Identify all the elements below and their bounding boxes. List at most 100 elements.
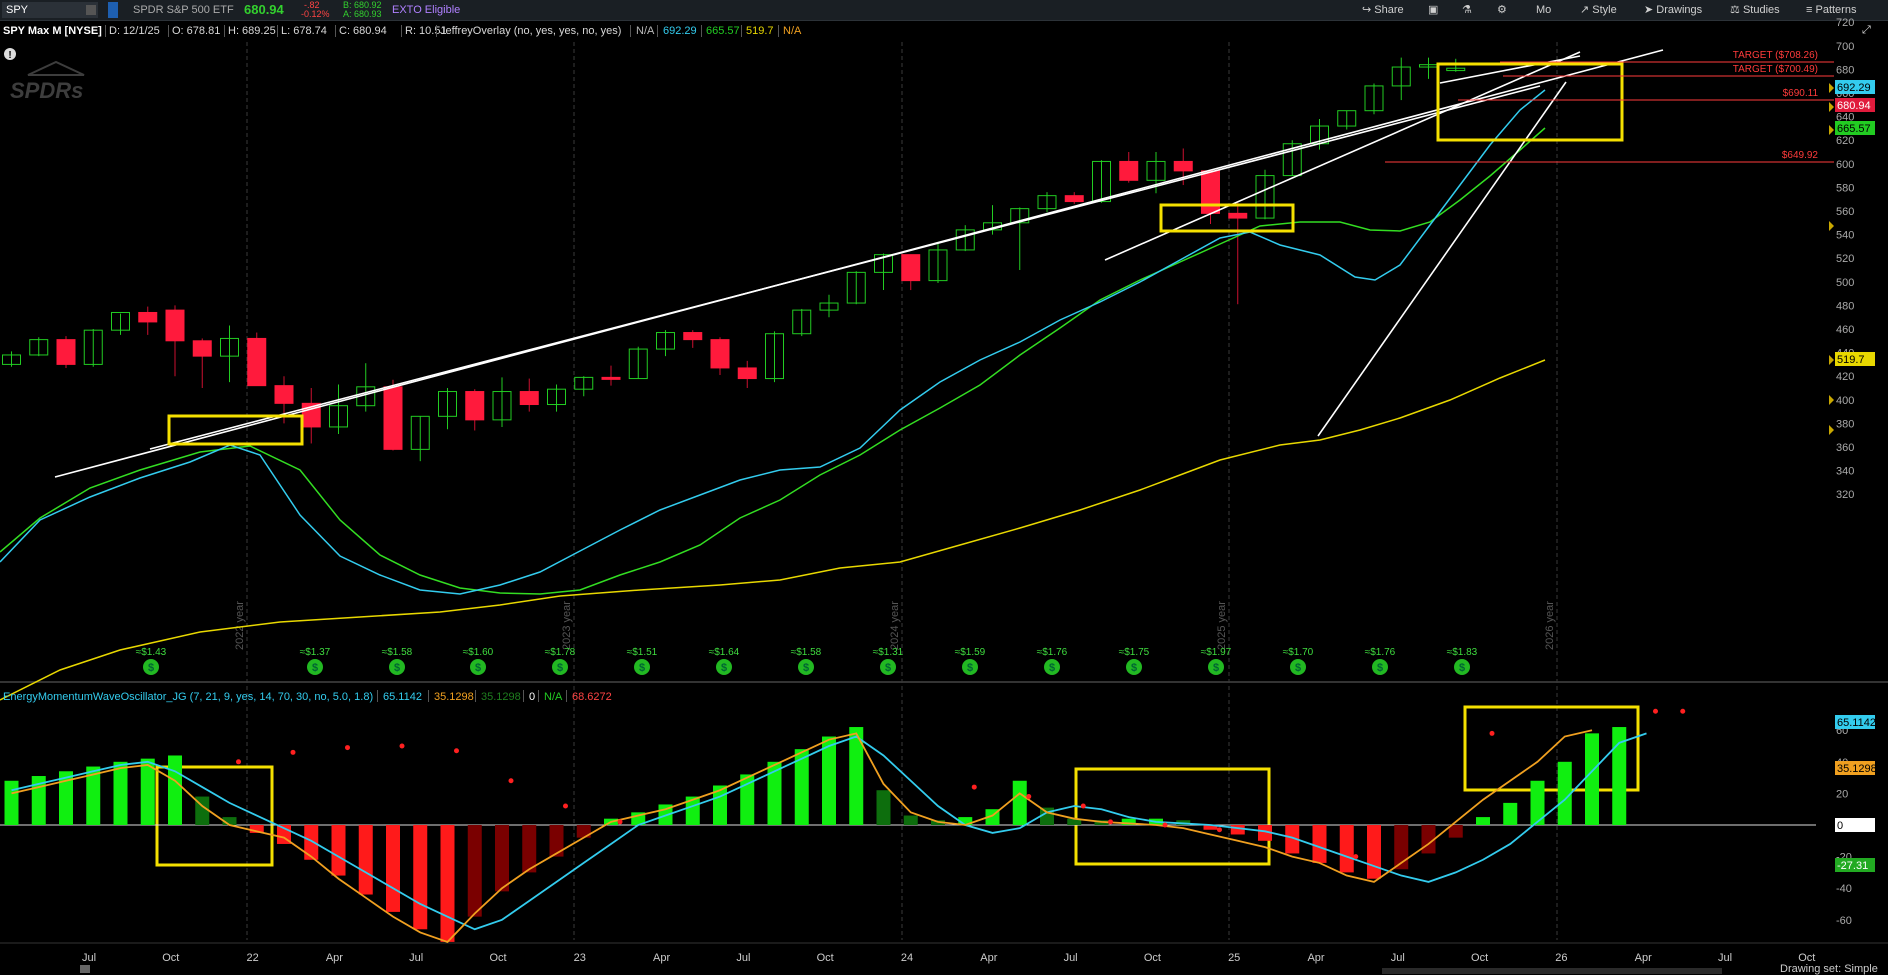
histogram-bar [4,780,19,825]
candle [901,254,921,282]
svg-text:SPDRs: SPDRs [10,78,83,103]
osc-tick-label: -40 [1836,883,1852,895]
dividend-icon-glyph: $ [639,662,645,674]
signal-dot [236,759,241,765]
dividend-icon-glyph: $ [1213,662,1219,674]
time-tick-label: Apr [326,952,343,964]
dividend-icon-glyph: $ [885,662,891,674]
price-tick-label: 620 [1836,135,1854,147]
candle [1201,170,1220,214]
dividend-amount: ≈$1.78 [545,647,576,658]
candle [247,337,267,387]
price-line-label: TARGET ($708.26) [1733,50,1818,61]
osc-badge: 35.1298 [1837,763,1877,775]
dividend-icon-glyph: $ [1131,662,1137,674]
time-tick-label: Oct [489,952,506,964]
price-badge: 665.57 [1837,123,1871,135]
price-tick-label: 420 [1836,371,1854,383]
dividend-amount: ≈$1.51 [627,647,658,658]
oscillator-name[interactable]: EnergyMomentumWaveOscillator_JG (7, 21, … [3,690,373,704]
price-line-label: TARGET ($700.49) [1733,64,1818,75]
signal-dot [399,743,405,749]
candle [165,309,185,342]
histogram-bar [1012,780,1027,825]
price-line-label: $649.92 [1782,150,1819,161]
dividend-icon-glyph: $ [1049,662,1055,674]
histogram-bar [1312,825,1327,863]
histogram-bar [440,825,455,942]
osc-value-2: 35.1298 [434,691,474,703]
candle [465,391,485,421]
histogram-bar [168,755,182,825]
signal-dot [1108,819,1113,825]
price-tick-label: 540 [1836,230,1854,242]
dividend-icon-glyph: $ [312,662,318,674]
candle [683,332,703,341]
scroll-handle[interactable] [80,965,90,973]
dividend-icon-glyph: $ [1459,662,1465,674]
price-badge: 680.94 [1837,100,1871,112]
svg-text:!: ! [8,50,11,61]
dividend-icon-glyph: $ [475,662,481,674]
price-badge: 519.7 [1837,354,1865,366]
osc-badge: -27.31 [1837,860,1868,872]
dividend-amount: ≈$1.58 [382,647,413,658]
histogram-bar [876,790,891,825]
osc-value-3: 35.1298 [481,691,521,703]
signal-dot [617,819,623,825]
price-tick-label: 600 [1836,159,1854,171]
time-tick-label: Apr [653,952,670,964]
histogram-bar [1339,825,1354,873]
histogram-bar [113,761,128,825]
signal-dot [1026,794,1032,800]
time-tick-label: 23 [574,952,586,964]
time-tick-label: Jul [1391,952,1405,964]
dividend-icon-glyph: $ [1295,662,1301,674]
signal-dot [1489,730,1495,736]
osc-value-4: 0 [529,691,536,703]
price-tick-label: 400 [1836,395,1854,407]
histogram-bar [386,825,400,912]
price-chart[interactable]: ! SPDRs 2022 year 2023 year 2024 year 2025 … [0,0,1888,975]
candle [56,339,76,365]
signal-dot [1080,803,1086,809]
time-tick-label: 24 [901,952,913,964]
dividend-icon-glyph: $ [967,662,973,674]
drawing-set-status[interactable]: Drawing set: Simple [1780,963,1878,975]
histogram-bar [1230,825,1245,835]
year-marker-label: 2026 year [1544,601,1556,650]
signal-dot [971,784,977,790]
price-tick-label: 360 [1836,442,1854,454]
price-tick-label: 480 [1836,300,1854,312]
osc-badge: 65.1142 [1837,717,1876,729]
dividend-amount: ≈$1.43 [136,647,167,658]
histogram-bar [1585,733,1599,825]
histogram-bar [822,736,836,825]
candle [1228,212,1248,219]
price-tick-label: 500 [1836,277,1854,289]
histogram-bar [358,825,373,895]
price-tick-label: 720 [1836,17,1854,29]
dividend-amount: ≈$1.75 [1119,647,1150,658]
expand-icon[interactable]: ⤢ [1862,24,1874,36]
price-tick-label: 680 [1836,64,1854,76]
year-marker-label: 2024 year [889,601,901,650]
time-tick-label: 26 [1555,952,1567,964]
dividend-amount: ≈$1.97 [1201,647,1232,658]
histogram-bar [1503,802,1518,825]
year-marker-label: 2022 year [234,601,246,650]
price-tick-label: 560 [1836,206,1854,218]
candle [383,386,403,450]
dividend-amount: ≈$1.76 [1365,647,1396,658]
time-tick-label: Oct [1471,952,1488,964]
signal-dot [1653,708,1658,714]
year-marker-label: 2023 year [561,601,573,650]
price-tick-label: 580 [1836,182,1854,194]
price-tick-label: 520 [1836,253,1854,265]
candle [1173,160,1193,172]
dividend-amount: ≈$1.60 [463,647,494,658]
time-scrollbar[interactable] [1382,968,1722,974]
time-tick-label: Oct [817,952,834,964]
dividend-icon-glyph: $ [1377,662,1383,674]
candle [601,376,621,380]
